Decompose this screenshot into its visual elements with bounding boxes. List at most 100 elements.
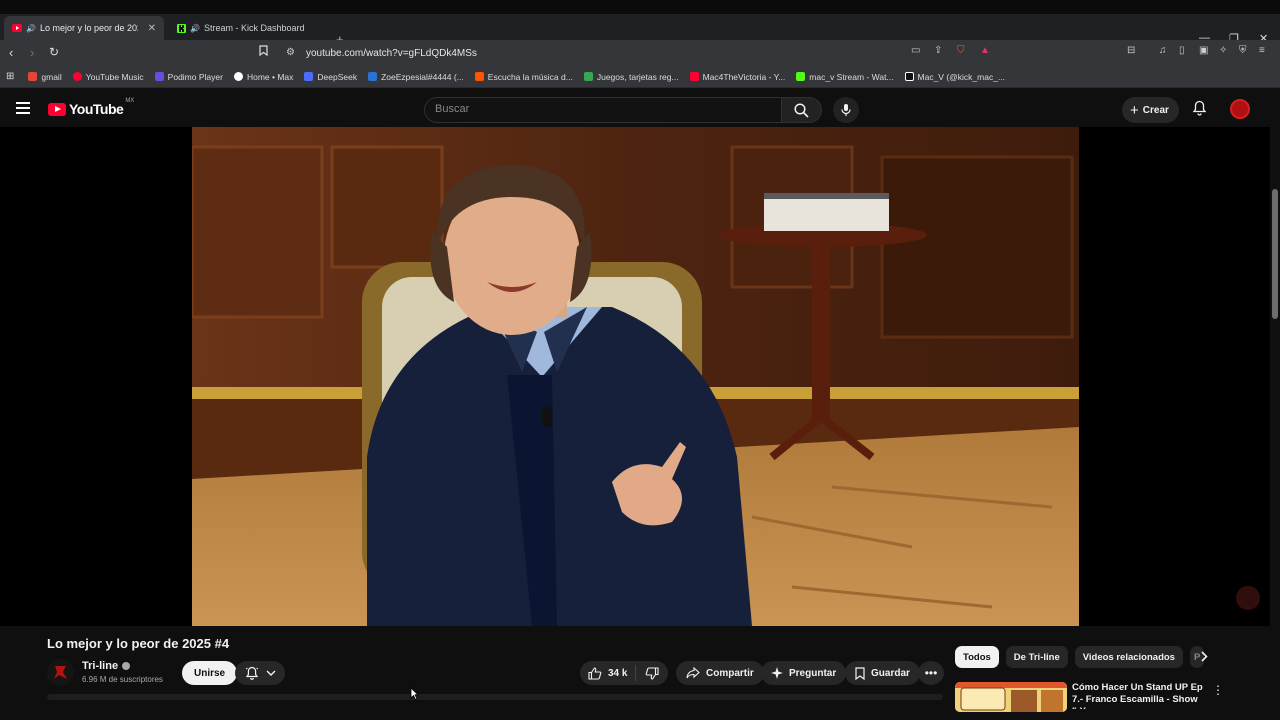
recommended-thumbnail[interactable] [955, 682, 1067, 712]
soundcloud-icon [474, 72, 484, 81]
chip-videos-relacionados[interactable]: Videos relacionados [1074, 646, 1183, 668]
tiktok-icon [904, 72, 914, 81]
bookmark-podimo[interactable]: Podimo Player [154, 72, 223, 82]
tab-youtube[interactable]: 🔊 Lo mejor y lo peor de 2025 # ✕ [4, 16, 164, 40]
masthead: YouTube MX + Crear [0, 89, 1270, 127]
bookmark-gmail[interactable]: gmail [28, 72, 62, 82]
speaker-icon[interactable]: 🔊 [26, 24, 36, 33]
search-icon [794, 102, 809, 118]
youtube-play-icon [48, 102, 66, 116]
tab-search-icon[interactable]: ⊟ [1127, 45, 1135, 56]
bookmarks-bar: ⊞ gmail YouTube Music Podimo Player Home… [0, 66, 1280, 88]
chevron-right-icon[interactable] [1200, 651, 1208, 665]
thumbs-down-icon [645, 666, 659, 680]
leo-ai-icon[interactable]: ✧ [1219, 45, 1227, 56]
chip-de-tri-line[interactable]: De Tri-line [1005, 646, 1068, 668]
subscription-notification-button[interactable] [235, 661, 285, 685]
save-button[interactable]: Guardar [845, 661, 920, 685]
mouse-cursor-icon [410, 687, 419, 705]
video-title: Lo mejor y lo peor de 2025 #4 [47, 636, 230, 651]
more-horizontal-icon: ••• [924, 666, 938, 680]
like-dislike-group: 34 k [580, 661, 668, 685]
forward-icon[interactable]: › [30, 45, 34, 60]
wallet-icon[interactable]: ▣ [1199, 45, 1208, 56]
speaker-icon[interactable]: 🔊 [190, 24, 200, 33]
brave-shield-icon[interactable]: ⛉ [957, 45, 965, 56]
zoe-icon [368, 72, 378, 81]
chip-todos[interactable]: Todos [955, 646, 999, 668]
dislike-button[interactable] [636, 666, 668, 680]
bookmark-youtube-music[interactable]: YouTube Music [72, 72, 144, 82]
url-text[interactable]: youtube.com/watch?v=gFLdQDk4MSs [306, 48, 477, 59]
share-icon [686, 667, 700, 679]
page-scrollbar[interactable] [1270, 89, 1280, 720]
more-vertical-icon[interactable]: ⋮ [1212, 683, 1224, 697]
bookmark-escucha[interactable]: Escucha la música d... [474, 72, 573, 82]
youtube-music-icon [72, 72, 82, 81]
sidebar-icon[interactable]: ▯ [1179, 45, 1185, 56]
max-icon [233, 72, 243, 81]
guide-menu-icon[interactable] [16, 102, 30, 117]
scrollbar-thumb[interactable] [1272, 189, 1278, 319]
window-top-edge [0, 0, 1280, 14]
create-button[interactable]: + Crear [1122, 97, 1179, 123]
tab-kick[interactable]: 🔊 Stream - Kick Dashboard [168, 16, 328, 40]
voice-search-button[interactable] [833, 97, 859, 123]
bookmark-tiktok[interactable]: Mac_V (@kick_mac_... [904, 72, 1005, 82]
bookmark-icon[interactable] [259, 45, 268, 59]
recommended-video-title[interactable]: Cómo Hacer Un Stand UP Ep 7.- Franco Esc… [1072, 682, 1207, 709]
video-player[interactable] [192, 127, 1079, 626]
share-button[interactable]: Compartir [676, 661, 764, 685]
youtube-favicon [12, 23, 22, 33]
gmail-icon [28, 72, 38, 81]
bookmark-juegos[interactable]: Juegos, tarjetas reg... [583, 72, 679, 82]
cast-icon[interactable]: ▭ [911, 45, 920, 56]
podimo-icon [154, 72, 164, 81]
youtube-icon [689, 72, 699, 81]
tab-strip: 🔊 Lo mejor y lo peor de 2025 # ✕ 🔊 Strea… [0, 14, 1280, 47]
tab-title: Lo mejor y lo peor de 2025 # [39, 23, 138, 33]
youtube-logo[interactable]: YouTube MX [48, 98, 134, 117]
subscriber-count: 6.96 M de suscriptores [82, 675, 163, 684]
bookmark-deepseek[interactable]: DeepSeek [304, 72, 357, 82]
join-button[interactable]: Unirse [182, 661, 238, 685]
tab-title: Stream - Kick Dashboard [203, 23, 305, 33]
plus-icon: + [1130, 101, 1139, 119]
menu-icon[interactable]: ≡ [1259, 45, 1265, 56]
kick-favicon [176, 23, 186, 33]
bell-icon [245, 666, 258, 680]
like-count: 34 k [608, 667, 628, 679]
back-icon[interactable]: ‹ [9, 45, 13, 60]
apps-grid-icon[interactable]: ⊞ [6, 71, 14, 82]
channel-watermark[interactable] [1236, 586, 1260, 610]
channel-name[interactable]: Tri-line [82, 660, 131, 672]
more-actions-button[interactable]: ••• [918, 661, 944, 685]
like-button[interactable]: 34 k [580, 665, 636, 681]
vpn-icon[interactable]: ⛨ [1239, 45, 1247, 56]
search-button[interactable] [781, 97, 822, 123]
deepseek-icon [304, 72, 314, 81]
bookmark-mac4thevictoria[interactable]: Mac4TheVictoria - Y... [689, 72, 785, 82]
thumbs-up-icon [588, 666, 602, 680]
close-tab-icon[interactable]: ✕ [148, 23, 156, 34]
share-page-icon[interactable]: ⇪ [934, 45, 942, 56]
notifications-icon[interactable] [1192, 100, 1207, 121]
google-play-icon [583, 72, 593, 81]
bookmark-max[interactable]: Home • Max [233, 72, 293, 82]
site-info-icon[interactable]: ⚙ [286, 47, 295, 58]
account-avatar[interactable] [1230, 99, 1250, 119]
description-preview[interactable] [47, 694, 943, 700]
media-icon[interactable]: ♫ [1159, 45, 1167, 56]
omnibox[interactable]: ⚙ youtube.com/watch?v=gFLdQDk4MSs [278, 43, 998, 63]
rewards-icon[interactable]: ▲ [980, 45, 990, 56]
search-input[interactable] [425, 98, 781, 120]
video-frame [192, 127, 1079, 626]
sparkle-icon [771, 667, 783, 679]
search-box[interactable] [424, 97, 782, 123]
reload-icon[interactable]: ↻ [49, 45, 59, 59]
bookmark-kick-stream[interactable]: mac_v Stream - Wat... [796, 72, 894, 82]
ask-button[interactable]: Preguntar [761, 661, 847, 685]
related-filter-chips: Todos De Tri-line Videos relacionados P [955, 646, 1211, 668]
bookmark-zoe[interactable]: ZoeEzpesial#4444 (... [368, 72, 464, 82]
channel-avatar[interactable] [47, 659, 74, 686]
